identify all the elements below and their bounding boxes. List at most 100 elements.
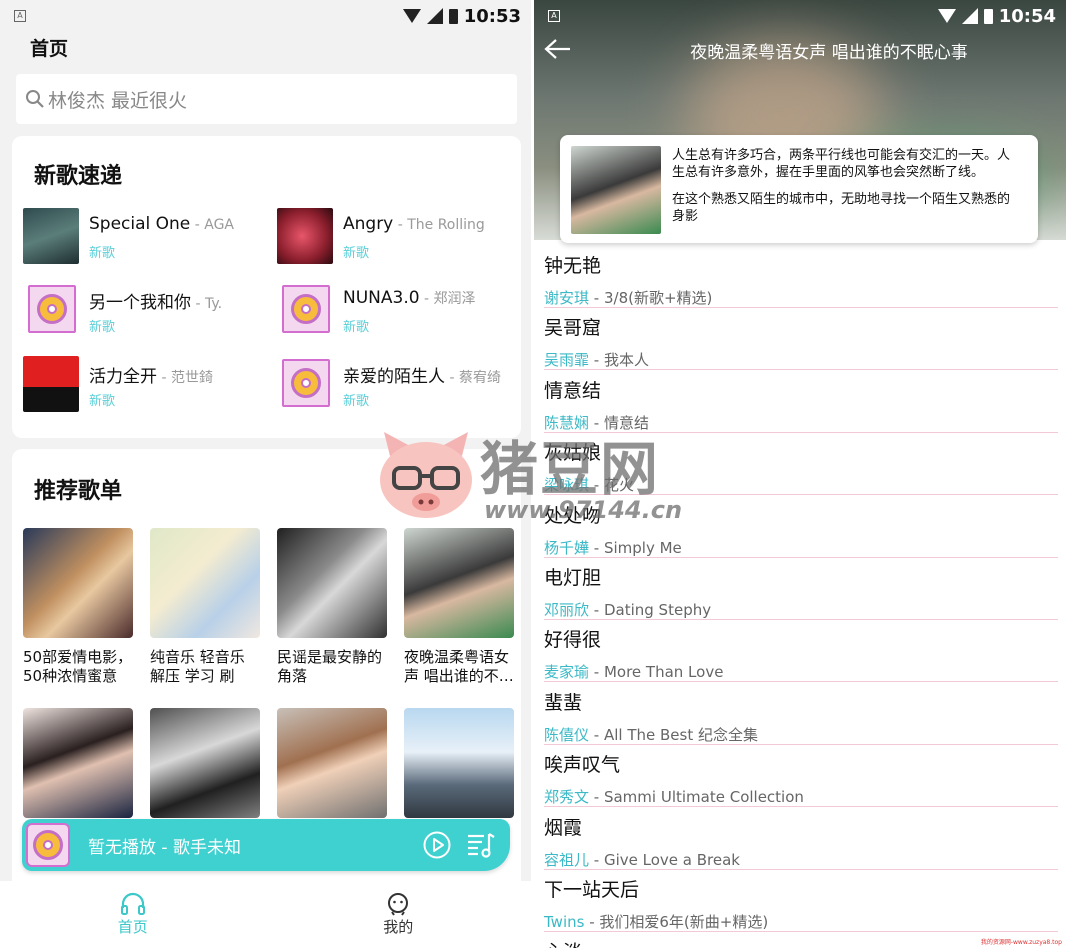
- new-song-item[interactable]: Angry - The Rolling 新歌: [277, 208, 517, 266]
- track-name: 电灯胆: [544, 567, 602, 589]
- playlist-detail-screen: A 10:54 夜晚温柔粤语女声 唱出谁的不眠心事 人生总有许多巧合，两条平行线…: [534, 0, 1066, 948]
- playlist-item[interactable]: [23, 708, 133, 818]
- playlist-cover: [404, 528, 514, 638]
- song-artist: Ty.: [204, 296, 223, 312]
- track-meta: Twins - 我们相爱6年(新曲+精选): [544, 913, 769, 931]
- home-screen: A 10:53 首页 林俊杰 最近很火 新歌速递 Special One - A…: [0, 0, 531, 948]
- song-artist: The Rolling: [407, 217, 485, 233]
- playlist-cover: [404, 708, 514, 818]
- track-row[interactable]: 烟霞 容祖儿 - Give Love a Break: [534, 808, 1066, 870]
- song-artist: AGA: [204, 217, 234, 233]
- track-row[interactable]: 情意结 陈慧娴 - 情意结: [534, 371, 1066, 433]
- track-meta: 麦家瑜 - More Than Love: [544, 663, 724, 682]
- playlist-name: 纯音乐 轻音乐 解压 学习 刷题…: [150, 648, 245, 685]
- track-row[interactable]: 蜚蜚 陈僖仪 - All The Best 纪念全集: [534, 683, 1066, 745]
- playlist-cover: [571, 146, 661, 234]
- playlists-heading: 推荐歌单: [34, 479, 123, 504]
- track-singer: 吴雨霏: [544, 351, 590, 370]
- record-icon: [28, 285, 76, 333]
- playlist-name: 夜晚温柔粤语女声 唱出谁的不…: [404, 648, 514, 685]
- playlist-cover: [150, 528, 260, 638]
- page-title: 首页: [30, 38, 69, 60]
- song-title: Angry: [343, 214, 394, 234]
- nav-home-label: 首页: [117, 918, 148, 936]
- track-singer: 杨千嬅: [544, 538, 590, 557]
- new-songs-heading: 新歌速递: [34, 164, 123, 189]
- nav-home[interactable]: 首页: [0, 881, 266, 948]
- playlist-item[interactable]: [150, 708, 260, 818]
- record-icon: [282, 285, 330, 333]
- playlist-button[interactable]: [466, 830, 496, 860]
- playlist-item[interactable]: 民谣是最安静的角落: [277, 528, 387, 686]
- new-song-item[interactable]: 另一个我和你 - Ty. 新歌: [23, 282, 263, 340]
- track-album: 情意结: [603, 413, 649, 432]
- new-badge: 新歌: [343, 320, 370, 335]
- song-title: Special One: [89, 214, 191, 234]
- track-meta: 陈慧娴 - 情意结: [544, 413, 649, 432]
- playlist-cover: [277, 708, 387, 818]
- playlist-item[interactable]: 纯音乐 轻音乐 解压 学习 刷题…: [150, 528, 260, 686]
- new-badge: 新歌: [89, 246, 116, 261]
- playlist-cover: [23, 708, 133, 818]
- new-song-item[interactable]: 活力全开 - 范世錡 新歌: [23, 356, 263, 414]
- new-badge: 新歌: [89, 320, 116, 335]
- track-singer: 邓丽欣: [544, 601, 590, 619]
- track-album: 我本人: [603, 351, 649, 370]
- wifi-icon: [402, 9, 421, 23]
- track-row[interactable]: 吴哥窟 吴雨霏 - 我本人: [534, 308, 1066, 371]
- playlist-item[interactable]: [277, 708, 387, 818]
- record-icon: [26, 823, 70, 867]
- record-icon: [282, 359, 330, 407]
- playlist-name: 民谣是最安静的角落: [277, 648, 383, 685]
- playlist-cover: [277, 528, 387, 638]
- track-row[interactable]: 下一站天后 Twins - 我们相爱6年(新曲+精选): [534, 870, 1066, 932]
- signal-icon: [961, 8, 978, 24]
- play-button[interactable]: [422, 830, 452, 860]
- status-time: 10:53: [463, 5, 521, 27]
- track-name: 钟无艳: [544, 255, 602, 277]
- track-singer: Twins: [544, 913, 585, 931]
- new-song-item[interactable]: NUNA3.0 - 郑润泽 新歌: [277, 282, 517, 340]
- playlist-item[interactable]: [404, 708, 514, 818]
- track-row[interactable]: 处处吻 杨千嬅 - Simply Me: [534, 496, 1066, 558]
- track-row[interactable]: 灰姑娘 梁咏琪 - 花火: [534, 433, 1066, 496]
- status-bar: A 10:53: [0, 0, 531, 32]
- playlist-item[interactable]: 夜晚温柔粤语女声 唱出谁的不…: [404, 528, 514, 686]
- song-artist: 范世錡: [170, 370, 213, 386]
- back-button[interactable]: [544, 38, 572, 64]
- track-name: 烟霞: [544, 816, 583, 839]
- mini-player[interactable]: 暂无播放 - 歌手未知: [22, 819, 510, 871]
- playlist-title: 夜晚温柔粤语女声 唱出谁的不眠心事: [690, 43, 968, 63]
- search-input[interactable]: 林俊杰 最近很火: [16, 74, 517, 124]
- track-row[interactable]: 唉声叹气 郑秀文 - Sammi Ultimate Collection: [534, 745, 1066, 808]
- playlist-cover: [23, 528, 133, 638]
- song-title: 活力全开: [89, 367, 157, 387]
- track-name: 下一站天后: [544, 879, 640, 901]
- track-name: 蜚蜚: [544, 691, 583, 714]
- playlist-item[interactable]: 50部爱情电影，50种浓情蜜意: [23, 528, 133, 686]
- track-singer: 陈慧娴: [544, 413, 590, 432]
- track-meta: 谢安琪 - 3/8(新歌+精选): [544, 289, 713, 307]
- new-songs-card: 新歌速递 Special One - AGA 新歌 Angry - The Ro…: [12, 136, 521, 438]
- track-row[interactable]: 好得很 麦家瑜 - More Than Love: [534, 620, 1066, 683]
- song-title: 另一个我和你: [89, 293, 191, 313]
- new-song-item[interactable]: 亲爱的陌生人 - 蔡宥绮 新歌: [277, 356, 517, 414]
- now-playing-text: 暂无播放 - 歌手未知: [88, 837, 241, 858]
- battery-icon: [448, 8, 458, 24]
- track-singer: 陈僖仪: [544, 725, 590, 744]
- song-cover: [277, 208, 333, 264]
- new-badge: 新歌: [89, 394, 116, 409]
- sim-icon: A: [548, 10, 560, 22]
- new-song-item[interactable]: Special One - AGA 新歌: [23, 208, 263, 266]
- track-singer: 郑秀文: [544, 788, 590, 807]
- headphones-icon: [120, 892, 145, 915]
- playlist-description: 人生总有许多巧合，两条平行线也可能会有交汇的一天。人生总有许多意外，握在手里面的…: [672, 148, 1011, 224]
- battery-icon: [983, 8, 993, 24]
- track-row[interactable]: 电灯胆邓丽欣 - Dating Stephy: [534, 558, 1066, 620]
- track-row[interactable]: 钟无艳谢安琪 - 3/8(新歌+精选): [534, 246, 1066, 308]
- play-icon: [423, 831, 451, 859]
- track-meta: 邓丽欣 - Dating Stephy: [544, 601, 712, 619]
- user-face-icon: [388, 893, 409, 916]
- track-singer: 麦家瑜: [544, 663, 590, 682]
- nav-me[interactable]: 我的: [266, 881, 532, 948]
